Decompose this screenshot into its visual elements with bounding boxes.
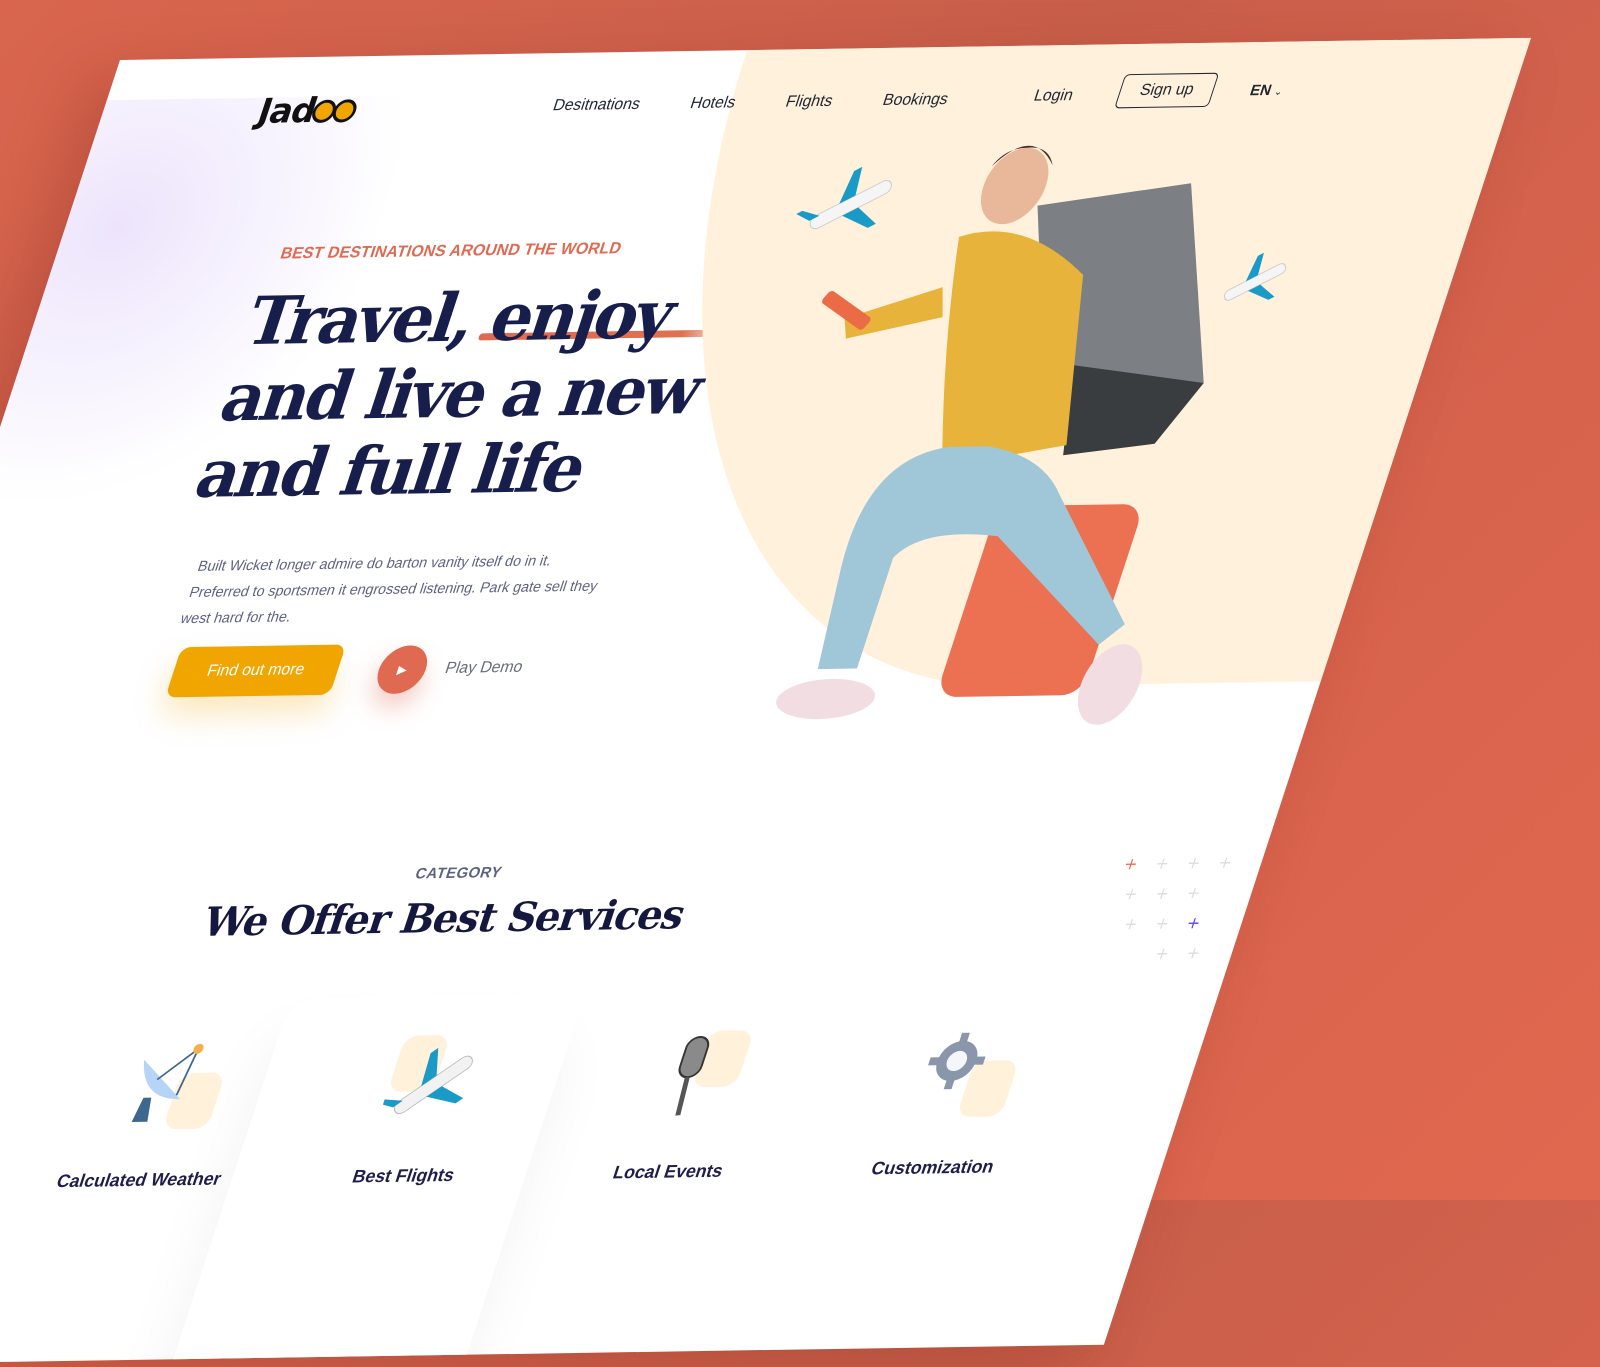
language-value: EN <box>1247 81 1274 100</box>
hero-description: Built Wicket longer admire do barton van… <box>178 552 600 627</box>
play-demo-label: Play Demo <box>442 658 526 678</box>
services-title: We Offer Best Services <box>196 891 692 946</box>
plus-icon: + <box>1183 943 1204 963</box>
plus-icon: + <box>1184 913 1204 933</box>
service-icon-wrapper <box>376 1034 494 1126</box>
headline-underlined-word: enjoy <box>477 275 735 357</box>
plus-icon: + <box>1121 854 1141 874</box>
airplane-icon <box>378 1047 473 1115</box>
service-card-flights[interactable]: Best Flights <box>268 1033 582 1189</box>
service-label: Customization <box>868 1156 997 1179</box>
service-label: Calculated Weather <box>54 1168 225 1192</box>
services-list: Calculated Weather Best Flights Local Ev… <box>3 1025 1111 1193</box>
microphone-icon <box>675 1035 710 1116</box>
decorative-plus-grid: + + + + + + + + + + + + <box>1078 852 1284 1005</box>
headline-part-2: and live a new and full life <box>186 350 712 514</box>
play-demo-button[interactable]: ▶ Play Demo <box>370 644 530 695</box>
service-label: Best Flights <box>349 1164 458 1187</box>
headline-underlined-text: enjoy <box>480 275 684 357</box>
nav-item-bookings[interactable]: Bookings <box>880 91 950 110</box>
brand-logo[interactable]: Jad <box>252 90 362 132</box>
find-out-more-button[interactable]: Find out more <box>165 644 347 698</box>
service-card-weather[interactable]: Calculated Weather <box>3 1037 317 1193</box>
play-icon: ▶ <box>370 645 434 695</box>
landing-page: Jad Desitnations Hotels Flights Bookings… <box>0 37 1532 1367</box>
login-link[interactable]: Login <box>1031 87 1075 106</box>
nav-item-destinations[interactable]: Desitnations <box>550 96 643 115</box>
language-select[interactable]: EN⌄ <box>1247 81 1286 100</box>
plus-icon: + <box>1152 853 1173 873</box>
plus-icon: + <box>1184 853 1204 873</box>
nav-item-hotels[interactable]: Hotels <box>688 94 738 113</box>
nav-item-flights[interactable]: Flights <box>783 93 835 112</box>
signup-button[interactable]: Sign up <box>1114 72 1220 109</box>
airplane-icon <box>796 166 892 230</box>
mockup-stage: Jad Desitnations Hotels Flights Bookings… <box>0 0 1600 1367</box>
plus-icon: + <box>1152 943 1173 963</box>
service-icon-wrapper <box>111 1038 229 1130</box>
plus-icon: + <box>1152 913 1173 933</box>
service-icon-wrapper <box>905 1026 1023 1118</box>
plus-icon: + <box>1184 883 1204 903</box>
plus-icon: + <box>1121 914 1141 934</box>
plus-icon: + <box>1152 883 1173 903</box>
service-card-events[interactable]: Local Events <box>532 1029 846 1185</box>
service-label: Local Events <box>610 1160 726 1183</box>
headline-part-1: Travel, <box>236 278 487 361</box>
brand-logo-text: Jad <box>252 90 322 132</box>
plus-icon: + <box>1215 852 1235 872</box>
services-category-label: CATEGORY <box>412 864 505 883</box>
service-card-customization[interactable]: Customization <box>797 1025 1111 1181</box>
service-icon-wrapper <box>641 1030 759 1122</box>
plus-icon: + <box>1121 884 1141 904</box>
airplane-icon <box>1223 252 1287 301</box>
